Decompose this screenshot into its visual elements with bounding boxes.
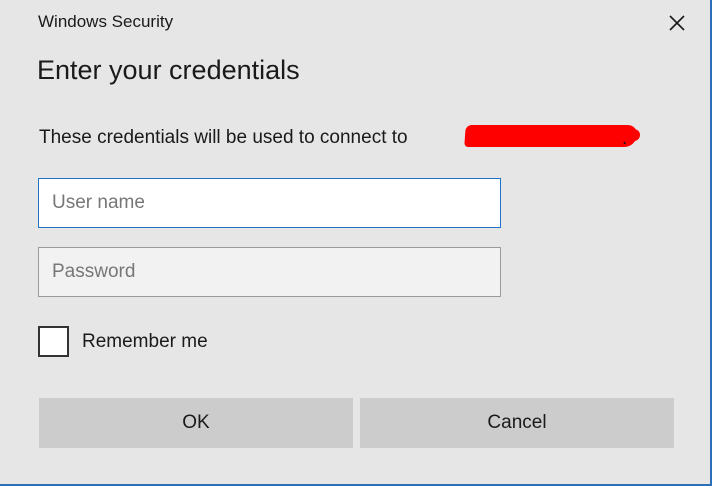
password-input[interactable] [38,247,501,297]
redaction-mark [464,125,638,147]
close-icon [669,15,685,31]
connection-info-text: These credentials will be used to connec… [39,127,408,148]
credentials-dialog: Windows Security Enter your credentials … [0,0,712,486]
info-suffix: . [622,128,628,149]
remember-me-label: Remember me [82,330,208,352]
close-button[interactable] [660,6,694,40]
ok-button[interactable]: OK [39,398,353,448]
window-title: Windows Security [38,12,174,31]
username-input[interactable] [38,178,501,228]
remember-me-checkbox[interactable]: Remember me [38,326,208,357]
cancel-button[interactable]: Cancel [360,398,674,448]
checkbox-box[interactable] [38,326,69,357]
dialog-heading: Enter your credentials [37,55,300,85]
